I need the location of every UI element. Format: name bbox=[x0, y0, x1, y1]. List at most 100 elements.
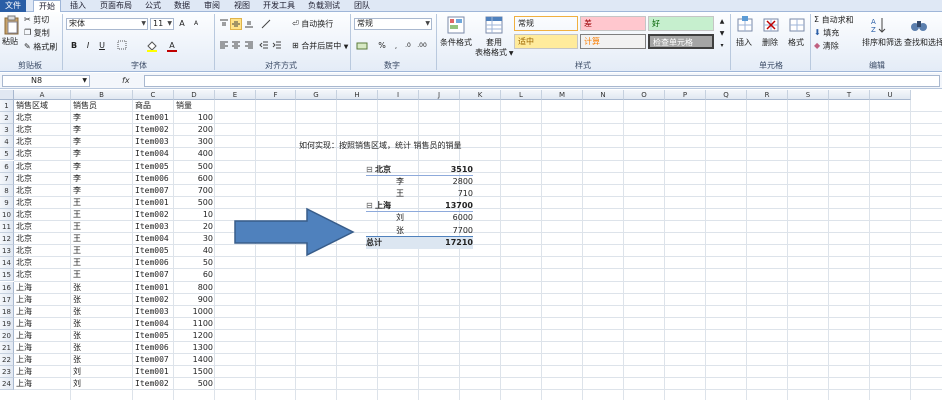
cell-salesperson[interactable]: 王 bbox=[71, 197, 133, 209]
tab-view[interactable]: 视图 bbox=[230, 0, 254, 12]
find-select-button[interactable] bbox=[910, 15, 928, 38]
align-top-icon[interactable] bbox=[218, 18, 230, 30]
cell-quantity[interactable]: 1300 bbox=[174, 342, 215, 354]
cell-region[interactable]: 上海 bbox=[14, 282, 71, 294]
tab-insert[interactable]: 插入 bbox=[66, 0, 90, 12]
cell-salesperson[interactable]: 张 bbox=[71, 330, 133, 342]
format-painter-button[interactable]: ✎ 格式刷 bbox=[24, 42, 57, 53]
cell-quantity[interactable]: 50 bbox=[174, 257, 215, 269]
cell-quantity[interactable]: 600 bbox=[174, 173, 215, 185]
cell-item[interactable]: Item001 bbox=[133, 197, 174, 209]
cell-quantity[interactable]: 700 bbox=[174, 185, 215, 197]
row-header[interactable]: 10 bbox=[0, 208, 14, 221]
cell-region[interactable]: 北京 bbox=[14, 197, 71, 209]
cell-quantity[interactable]: 1000 bbox=[174, 306, 215, 318]
cell-item[interactable]: Item002 bbox=[133, 294, 174, 306]
row-header[interactable]: 18 bbox=[0, 305, 14, 318]
cell-salesperson[interactable]: 王 bbox=[71, 245, 133, 257]
fill-button[interactable]: ⬇ 填充 bbox=[814, 28, 839, 39]
column-header-p[interactable]: P bbox=[665, 90, 706, 100]
cell-item[interactable]: Item003 bbox=[133, 306, 174, 318]
cell-salesperson[interactable]: 张 bbox=[71, 318, 133, 330]
row-header[interactable]: 4 bbox=[0, 136, 14, 149]
underline-button[interactable]: U bbox=[96, 40, 108, 52]
cell-quantity[interactable]: 20 bbox=[174, 221, 215, 233]
row-header[interactable]: 9 bbox=[0, 196, 14, 209]
row-header[interactable]: 1 bbox=[0, 100, 14, 112]
fill-color-icon[interactable] bbox=[146, 40, 158, 52]
style-neutral[interactable]: 适中 bbox=[514, 34, 578, 49]
tab-review[interactable]: 审阅 bbox=[200, 0, 224, 12]
cell-salesperson[interactable]: 王 bbox=[71, 269, 133, 281]
row-header[interactable]: 23 bbox=[0, 366, 14, 379]
decrease-decimal-icon[interactable]: .00 bbox=[416, 40, 428, 52]
select-all-corner[interactable] bbox=[0, 90, 14, 100]
row-header[interactable]: 3 bbox=[0, 124, 14, 137]
shrink-font-icon[interactable]: A bbox=[190, 18, 202, 30]
cell-item[interactable]: 商品 bbox=[133, 100, 174, 112]
cell-quantity[interactable]: 1200 bbox=[174, 330, 215, 342]
cell-item[interactable]: Item004 bbox=[133, 318, 174, 330]
cell-item[interactable]: Item006 bbox=[133, 342, 174, 354]
cell-quantity[interactable]: 500 bbox=[174, 378, 215, 390]
cell-item[interactable]: Item006 bbox=[133, 173, 174, 185]
formula-input[interactable] bbox=[144, 75, 940, 87]
name-box[interactable]: N8 ▼ bbox=[2, 75, 90, 87]
row-header[interactable]: 12 bbox=[0, 233, 14, 246]
column-header-i[interactable]: I bbox=[378, 90, 419, 100]
wrap-text-button[interactable]: ⏎ 自动换行 bbox=[292, 19, 333, 30]
cell-salesperson[interactable]: 李 bbox=[71, 185, 133, 197]
cell-item[interactable]: Item007 bbox=[133, 354, 174, 366]
row-header[interactable]: 5 bbox=[0, 148, 14, 161]
cell-quantity[interactable]: 30 bbox=[174, 233, 215, 245]
number-format-combo[interactable]: 常规 ▼ bbox=[354, 18, 432, 30]
cell-region[interactable]: 上海 bbox=[14, 354, 71, 366]
row-header[interactable]: 24 bbox=[0, 378, 14, 391]
font-color-icon[interactable]: A bbox=[166, 40, 178, 52]
cell-item[interactable]: Item001 bbox=[133, 112, 174, 124]
row-header[interactable]: 15 bbox=[0, 269, 14, 282]
insert-cells-button[interactable] bbox=[736, 15, 754, 38]
cell-salesperson[interactable]: 张 bbox=[71, 294, 133, 306]
cell-quantity[interactable]: 300 bbox=[174, 136, 215, 148]
cell-item[interactable]: Item003 bbox=[133, 136, 174, 148]
cell-item[interactable]: Item002 bbox=[133, 378, 174, 390]
cell-item[interactable]: Item004 bbox=[133, 148, 174, 160]
cell-region[interactable]: 北京 bbox=[14, 185, 71, 197]
style-normal[interactable]: 常规 bbox=[514, 16, 578, 31]
borders-icon[interactable] bbox=[116, 40, 128, 52]
column-header-s[interactable]: S bbox=[788, 90, 829, 100]
tab-formulas[interactable]: 公式 bbox=[141, 0, 165, 12]
tab-page-layout[interactable]: 页面布局 bbox=[96, 0, 136, 12]
cell-quantity[interactable]: 1100 bbox=[174, 318, 215, 330]
align-center-icon[interactable] bbox=[230, 40, 242, 52]
cell-region[interactable]: 上海 bbox=[14, 318, 71, 330]
column-header-h[interactable]: H bbox=[337, 90, 378, 100]
cell-salesperson[interactable]: 销售员 bbox=[71, 100, 133, 112]
cell-region[interactable]: 北京 bbox=[14, 257, 71, 269]
cell-quantity[interactable]: 销量 bbox=[174, 100, 215, 112]
column-header-q[interactable]: Q bbox=[706, 90, 747, 100]
cell-salesperson[interactable]: 王 bbox=[71, 209, 133, 221]
cell-region[interactable]: 上海 bbox=[14, 330, 71, 342]
cell-salesperson[interactable]: 刘 bbox=[71, 378, 133, 390]
insert-function-icon[interactable]: fx bbox=[122, 75, 142, 87]
cell-salesperson[interactable]: 李 bbox=[71, 112, 133, 124]
cell-item[interactable]: Item002 bbox=[133, 124, 174, 136]
cell-salesperson[interactable]: 王 bbox=[71, 257, 133, 269]
row-header[interactable]: 13 bbox=[0, 245, 14, 258]
italic-button[interactable]: I bbox=[82, 40, 94, 52]
column-header-a[interactable]: A bbox=[14, 90, 71, 100]
column-header-j[interactable]: J bbox=[419, 90, 460, 100]
cell-region[interactable]: 北京 bbox=[14, 112, 71, 124]
align-bottom-icon[interactable] bbox=[243, 18, 255, 30]
format-as-table-button[interactable] bbox=[484, 15, 504, 38]
cell-salesperson[interactable]: 张 bbox=[71, 306, 133, 318]
style-good[interactable]: 好 bbox=[648, 16, 714, 31]
style-calculation[interactable]: 计算 bbox=[580, 34, 646, 49]
column-header-d[interactable]: D bbox=[174, 90, 215, 100]
cell-salesperson[interactable]: 李 bbox=[71, 161, 133, 173]
column-header-t[interactable]: T bbox=[829, 90, 870, 100]
cell-item[interactable]: Item001 bbox=[133, 282, 174, 294]
column-header-m[interactable]: M bbox=[542, 90, 583, 100]
